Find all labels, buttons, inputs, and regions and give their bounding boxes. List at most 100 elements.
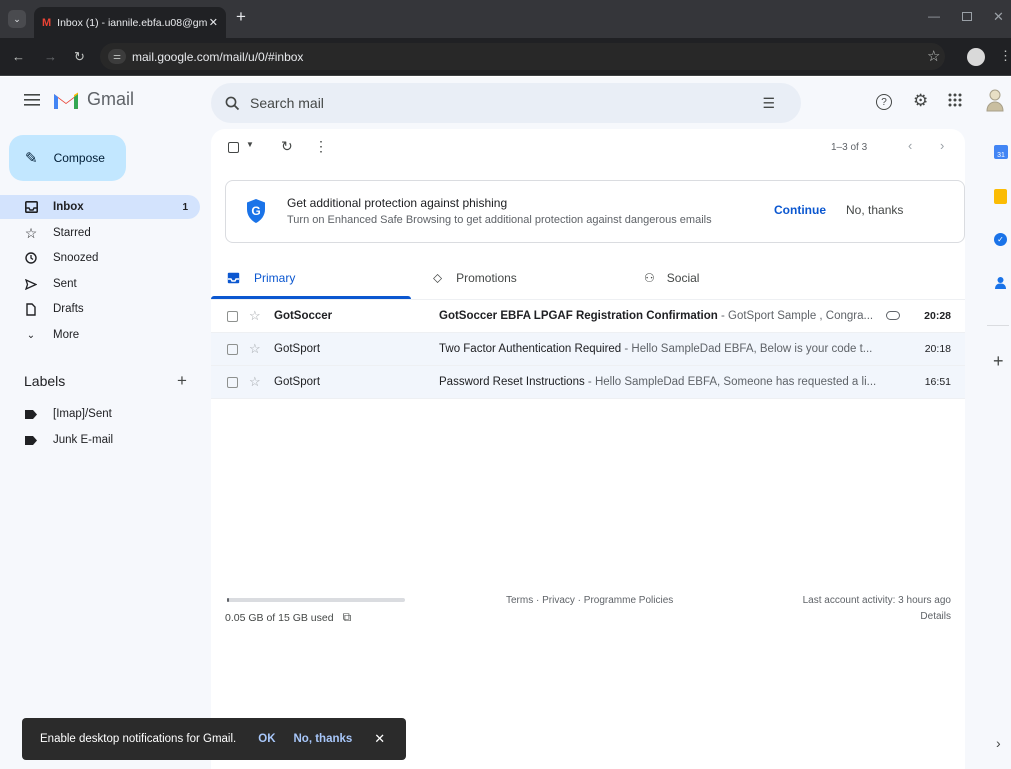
nav-item-more[interactable]: ⌄ More [0,323,200,347]
footer-links[interactable]: Terms · Privacy · Programme Policies [506,595,673,606]
back-icon[interactable]: ← [12,50,25,63]
reload-icon[interactable]: ↻ [74,50,85,63]
select-dropdown-icon[interactable]: ▼ [246,140,254,149]
maximize-button[interactable] [962,12,972,21]
tab-label: Social [666,271,700,285]
tab-promotions[interactable]: ⬦ Promotions [433,257,517,299]
gmail-app: Gmail Search mail ☰ ? ⚙ ✎ Compose Inbox … [0,77,1011,769]
banner-body: Turn on Enhanced Safe Browsing to get ad… [287,214,712,226]
forward-icon[interactable]: → [44,50,57,63]
label-tag-icon [24,407,38,421]
apps-grid-icon[interactable] [948,93,962,107]
search-options-icon[interactable]: ☰ [762,95,775,112]
compose-label: Compose [53,151,105,165]
nav-item-label: More [53,329,80,341]
email-subject-line: Two Factor Authentication Required - Hel… [439,343,879,355]
snackbar-dismiss-button[interactable]: No, thanks [294,733,353,745]
label-imap-sent[interactable]: [Imap]/Sent [0,402,200,426]
tab-primary[interactable]: Primary [211,257,411,299]
clock-icon [24,251,38,265]
snackbar-ok-button[interactable]: OK [258,733,275,745]
calendar-icon[interactable]: 31 [994,145,1008,159]
storage-used: 0.05 GB of 15 GB used [225,611,334,624]
nav-item-snoozed[interactable]: Snoozed [0,246,200,270]
prev-page-icon[interactable]: ‹ [908,138,912,153]
close-tab-icon[interactable]: ✕ [209,16,218,29]
email-time: 16:51 [924,376,951,388]
more-options-icon[interactable]: ⋮ [314,138,328,155]
site-info-icon[interactable]: ⚌ [108,49,126,64]
gmail-logo[interactable]: Gmail [53,89,134,110]
snackbar-text: Enable desktop notifications for Gmail. [40,733,237,745]
external-link-icon[interactable]: ⧉ [343,610,352,625]
email-time: 20:28 [924,310,951,322]
labels-header: Labels [24,373,66,389]
nav-item-drafts[interactable]: Drafts [0,297,200,321]
label-tag-icon [24,433,38,447]
compose-button[interactable]: ✎ Compose [9,135,126,181]
tab-label: Primary [254,271,296,285]
search-icon[interactable] [225,96,240,111]
account-avatar[interactable] [984,87,1006,113]
draft-icon [24,302,38,316]
nav-item-starred[interactable]: ☆ Starred [0,221,200,245]
nav-item-sent[interactable]: Sent [0,272,200,296]
banner-title: Get additional protection against phishi… [287,196,508,210]
attachment-icon[interactable] [886,311,900,320]
star-icon[interactable]: ☆ [249,374,261,390]
pencil-icon: ✎ [25,150,38,167]
star-icon: ☆ [24,224,38,241]
banner-continue-button[interactable]: Continue [774,203,826,217]
browser-tab[interactable]: M Inbox (1) - iannile.ebfa.u08@gm ✕ [34,7,226,38]
nav-item-label: Sent [53,278,77,290]
notification-snackbar: Enable desktop notifications for Gmail. … [22,718,406,760]
expand-panel-icon[interactable]: › [996,735,1001,751]
email-snippet: - Hello SampleDad EBFA, Someone has requ… [584,376,877,388]
shield-icon: G [247,199,265,223]
tasks-icon[interactable]: ✓ [994,233,1007,246]
email-snippet: - Hello SampleDad EBFA, Below is your co… [621,343,873,355]
svg-text:G: G [251,204,260,218]
gmail-logo-icon [54,92,78,109]
email-subject: Two Factor Authentication Required [439,343,622,355]
minimize-button[interactable]: — [928,9,940,23]
keep-icon[interactable] [994,189,1007,204]
inbox-icon [24,200,38,214]
help-icon[interactable]: ? [876,94,892,110]
tab-search-button[interactable]: ⌄ [8,10,26,28]
close-icon[interactable]: ✕ [374,731,385,747]
email-subject: GotSoccer EBFA LPGAF Registration Confir… [439,310,718,322]
tab-social[interactable]: ⚇ Social [644,257,699,299]
next-page-icon[interactable]: › [940,138,944,153]
contacts-icon[interactable] [994,276,1007,289]
address-bar[interactable]: ⚌ mail.google.com/mail/u/0/#inbox [100,43,945,70]
refresh-icon[interactable]: ↻ [281,138,293,155]
settings-gear-icon[interactable]: ⚙ [913,91,928,111]
search-bar[interactable]: Search mail ☰ [211,83,801,123]
email-row[interactable]: ☆ GotSport Password Reset Instructions -… [211,366,965,399]
browser-toolbar: ← → ↻ ⚌ mail.google.com/mail/u/0/#inbox … [0,38,1011,76]
bookmark-star-icon[interactable]: ☆ [927,49,940,64]
label-junk-email[interactable]: Junk E-mail [0,428,200,452]
email-checkbox[interactable] [227,343,238,355]
profile-avatar-icon[interactable] [967,48,985,66]
star-icon[interactable]: ☆ [249,341,261,357]
banner-dismiss-button[interactable]: No, thanks [846,203,903,217]
star-icon[interactable]: ☆ [249,308,261,324]
email-row[interactable]: ☆ GotSport Two Factor Authentication Req… [211,333,965,366]
main-menu-icon[interactable] [24,94,40,106]
storage-bar-fill [227,598,229,602]
browser-menu-icon[interactable]: ⋮ [999,49,1011,62]
search-input[interactable]: Search mail [250,95,324,111]
nav-item-inbox[interactable]: Inbox 1 [0,195,200,219]
activity-details-link[interactable]: Details [920,611,951,622]
label-name: [Imap]/Sent [53,408,112,420]
add-label-button[interactable]: + [177,371,187,391]
email-checkbox[interactable] [227,310,238,322]
get-addons-icon[interactable]: + [993,351,1004,372]
select-all-checkbox[interactable] [228,142,239,153]
close-window-button[interactable]: ✕ [993,9,1004,25]
new-tab-button[interactable]: + [236,7,246,27]
email-row[interactable]: ☆ GotSoccer GotSoccer EBFA LPGAF Registr… [211,300,965,333]
email-checkbox[interactable] [227,376,238,388]
